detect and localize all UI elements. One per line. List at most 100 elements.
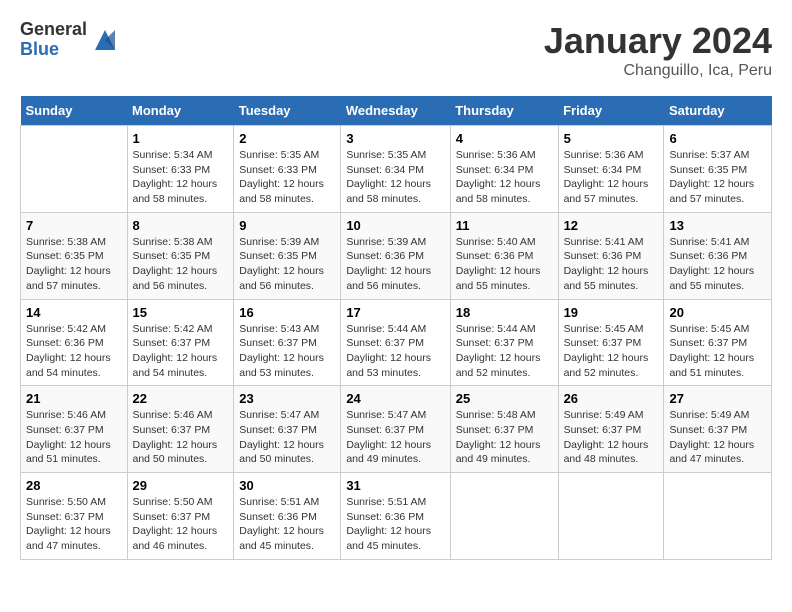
calendar-week-row: 21 Sunrise: 5:46 AM Sunset: 6:37 PM Dayli… bbox=[21, 386, 772, 473]
day-number: 24 bbox=[346, 391, 444, 406]
calendar-cell: 20Sunrise: 5:45 AM Sunset: 6:37 PM Dayli… bbox=[664, 299, 772, 386]
calendar-cell: 19Sunrise: 5:45 AM Sunset: 6:37 PM Dayli… bbox=[558, 299, 664, 386]
calendar-cell: 9Sunrise: 5:39 AM Sunset: 6:35 PM Daylig… bbox=[234, 212, 341, 299]
calendar-cell: 28 Sunrise: 5:50 AM Sunset: 6:37 PM Dayli… bbox=[21, 473, 128, 560]
calendar-cell: 18 Sunrise: 5:44 AM Sunset: 6:37 PM Dayli… bbox=[450, 299, 558, 386]
weekday-header: Wednesday bbox=[341, 96, 450, 126]
logo: General Blue bbox=[20, 20, 119, 60]
day-number: 26 bbox=[564, 391, 659, 406]
day-info: Sunrise: 5:48 AM Sunset: 6:37 PM Dayligh… bbox=[456, 408, 553, 467]
weekday-header-row: SundayMondayTuesdayWednesdayThursdayFrid… bbox=[21, 96, 772, 126]
day-number: 13 bbox=[669, 218, 766, 233]
day-info: Sunrise: 5:51 AM Sunset: 6:36 PM Dayligh… bbox=[346, 495, 444, 554]
day-info: Sunrise: 5:41 AM Sunset: 6:36 PM Dayligh… bbox=[564, 235, 659, 294]
day-number: 16 bbox=[239, 305, 335, 320]
day-number: 7 bbox=[26, 218, 122, 233]
day-info: Sunrise: 5:45 AM Sunset: 6:37 PM Dayligh… bbox=[564, 322, 659, 381]
calendar-cell: 16Sunrise: 5:43 AM Sunset: 6:37 PM Dayli… bbox=[234, 299, 341, 386]
day-number: 21 bbox=[26, 391, 122, 406]
calendar-cell: 29 Sunrise: 5:50 AM Sunset: 6:37 PM Dayli… bbox=[127, 473, 234, 560]
day-info: Sunrise: 5:37 AM Sunset: 6:35 PM Dayligh… bbox=[669, 148, 766, 207]
day-info: Sunrise: 5:38 AM Sunset: 6:35 PM Dayligh… bbox=[26, 235, 122, 294]
day-info: Sunrise: 5:50 AM Sunset: 6:37 PM Dayligh… bbox=[133, 495, 229, 554]
day-number: 3 bbox=[346, 131, 444, 146]
calendar-cell: 4 Sunrise: 5:36 AM Sunset: 6:34 PM Daylig… bbox=[450, 126, 558, 213]
day-info: Sunrise: 5:49 AM Sunset: 6:37 PM Dayligh… bbox=[669, 408, 766, 467]
calendar-cell: 12 Sunrise: 5:41 AM Sunset: 6:36 PM Dayli… bbox=[558, 212, 664, 299]
day-number: 23 bbox=[239, 391, 335, 406]
day-number: 5 bbox=[564, 131, 659, 146]
day-info: Sunrise: 5:44 AM Sunset: 6:37 PM Dayligh… bbox=[456, 322, 553, 381]
day-number: 6 bbox=[669, 131, 766, 146]
day-number: 20 bbox=[669, 305, 766, 320]
calendar-cell: 31 Sunrise: 5:51 AM Sunset: 6:36 PM Dayli… bbox=[341, 473, 450, 560]
day-info: Sunrise: 5:42 AM Sunset: 6:37 PM Dayligh… bbox=[133, 322, 229, 381]
day-number: 29 bbox=[133, 478, 229, 493]
day-number: 12 bbox=[564, 218, 659, 233]
calendar-cell: 11 Sunrise: 5:40 AM Sunset: 6:36 PM Dayli… bbox=[450, 212, 558, 299]
title-area: January 2024 Changuillo, Ica, Peru bbox=[544, 20, 772, 80]
day-number: 28 bbox=[26, 478, 122, 493]
calendar-cell bbox=[664, 473, 772, 560]
calendar-cell: 6 Sunrise: 5:37 AM Sunset: 6:35 PM Daylig… bbox=[664, 126, 772, 213]
calendar-week-row: 28 Sunrise: 5:50 AM Sunset: 6:37 PM Dayli… bbox=[21, 473, 772, 560]
calendar-cell: 13Sunrise: 5:41 AM Sunset: 6:36 PM Dayli… bbox=[664, 212, 772, 299]
calendar-week-row: 1Sunrise: 5:34 AM Sunset: 6:33 PM Daylig… bbox=[21, 126, 772, 213]
calendar-cell: 17 Sunrise: 5:44 AM Sunset: 6:37 PM Dayli… bbox=[341, 299, 450, 386]
day-info: Sunrise: 5:46 AM Sunset: 6:37 PM Dayligh… bbox=[133, 408, 229, 467]
day-number: 10 bbox=[346, 218, 444, 233]
day-number: 14 bbox=[26, 305, 122, 320]
calendar-cell: 27 Sunrise: 5:49 AM Sunset: 6:37 PM Dayli… bbox=[664, 386, 772, 473]
logo-icon bbox=[91, 26, 119, 54]
day-info: Sunrise: 5:36 AM Sunset: 6:34 PM Dayligh… bbox=[456, 148, 553, 207]
day-number: 2 bbox=[239, 131, 335, 146]
calendar-cell bbox=[450, 473, 558, 560]
day-info: Sunrise: 5:44 AM Sunset: 6:37 PM Dayligh… bbox=[346, 322, 444, 381]
day-number: 31 bbox=[346, 478, 444, 493]
day-number: 25 bbox=[456, 391, 553, 406]
calendar-cell: 22Sunrise: 5:46 AM Sunset: 6:37 PM Dayli… bbox=[127, 386, 234, 473]
calendar-week-row: 14Sunrise: 5:42 AM Sunset: 6:36 PM Dayli… bbox=[21, 299, 772, 386]
calendar-cell: 7 Sunrise: 5:38 AM Sunset: 6:35 PM Daylig… bbox=[21, 212, 128, 299]
day-info: Sunrise: 5:46 AM Sunset: 6:37 PM Dayligh… bbox=[26, 408, 122, 467]
day-info: Sunrise: 5:35 AM Sunset: 6:33 PM Dayligh… bbox=[239, 148, 335, 207]
day-info: Sunrise: 5:34 AM Sunset: 6:33 PM Dayligh… bbox=[133, 148, 229, 207]
weekday-header: Tuesday bbox=[234, 96, 341, 126]
calendar-cell bbox=[558, 473, 664, 560]
day-info: Sunrise: 5:40 AM Sunset: 6:36 PM Dayligh… bbox=[456, 235, 553, 294]
day-number: 27 bbox=[669, 391, 766, 406]
day-number: 18 bbox=[456, 305, 553, 320]
day-info: Sunrise: 5:47 AM Sunset: 6:37 PM Dayligh… bbox=[239, 408, 335, 467]
month-title: January 2024 bbox=[544, 20, 772, 62]
day-number: 4 bbox=[456, 131, 553, 146]
logo-blue-text: Blue bbox=[20, 40, 87, 60]
calendar-cell: 10 Sunrise: 5:39 AM Sunset: 6:36 PM Dayli… bbox=[341, 212, 450, 299]
day-info: Sunrise: 5:50 AM Sunset: 6:37 PM Dayligh… bbox=[26, 495, 122, 554]
weekday-header: Thursday bbox=[450, 96, 558, 126]
day-info: Sunrise: 5:35 AM Sunset: 6:34 PM Dayligh… bbox=[346, 148, 444, 207]
day-number: 30 bbox=[239, 478, 335, 493]
logo-general-text: General bbox=[20, 20, 87, 40]
calendar-cell: 1Sunrise: 5:34 AM Sunset: 6:33 PM Daylig… bbox=[127, 126, 234, 213]
day-number: 17 bbox=[346, 305, 444, 320]
calendar-cell: 5 Sunrise: 5:36 AM Sunset: 6:34 PM Daylig… bbox=[558, 126, 664, 213]
day-info: Sunrise: 5:39 AM Sunset: 6:36 PM Dayligh… bbox=[346, 235, 444, 294]
calendar-cell: 8Sunrise: 5:38 AM Sunset: 6:35 PM Daylig… bbox=[127, 212, 234, 299]
calendar-cell: 26Sunrise: 5:49 AM Sunset: 6:37 PM Dayli… bbox=[558, 386, 664, 473]
day-number: 15 bbox=[133, 305, 229, 320]
calendar-cell: 2 Sunrise: 5:35 AM Sunset: 6:33 PM Daylig… bbox=[234, 126, 341, 213]
day-info: Sunrise: 5:36 AM Sunset: 6:34 PM Dayligh… bbox=[564, 148, 659, 207]
weekday-header: Saturday bbox=[664, 96, 772, 126]
calendar-table: SundayMondayTuesdayWednesdayThursdayFrid… bbox=[20, 96, 772, 560]
location-subtitle: Changuillo, Ica, Peru bbox=[544, 62, 772, 80]
calendar-cell: 25 Sunrise: 5:48 AM Sunset: 6:37 PM Dayli… bbox=[450, 386, 558, 473]
day-number: 9 bbox=[239, 218, 335, 233]
day-number: 11 bbox=[456, 218, 553, 233]
calendar-cell: 14Sunrise: 5:42 AM Sunset: 6:36 PM Dayli… bbox=[21, 299, 128, 386]
weekday-header: Monday bbox=[127, 96, 234, 126]
day-number: 8 bbox=[133, 218, 229, 233]
day-info: Sunrise: 5:47 AM Sunset: 6:37 PM Dayligh… bbox=[346, 408, 444, 467]
calendar-cell: 24 Sunrise: 5:47 AM Sunset: 6:37 PM Dayli… bbox=[341, 386, 450, 473]
weekday-header: Friday bbox=[558, 96, 664, 126]
calendar-cell: 3 Sunrise: 5:35 AM Sunset: 6:34 PM Daylig… bbox=[341, 126, 450, 213]
